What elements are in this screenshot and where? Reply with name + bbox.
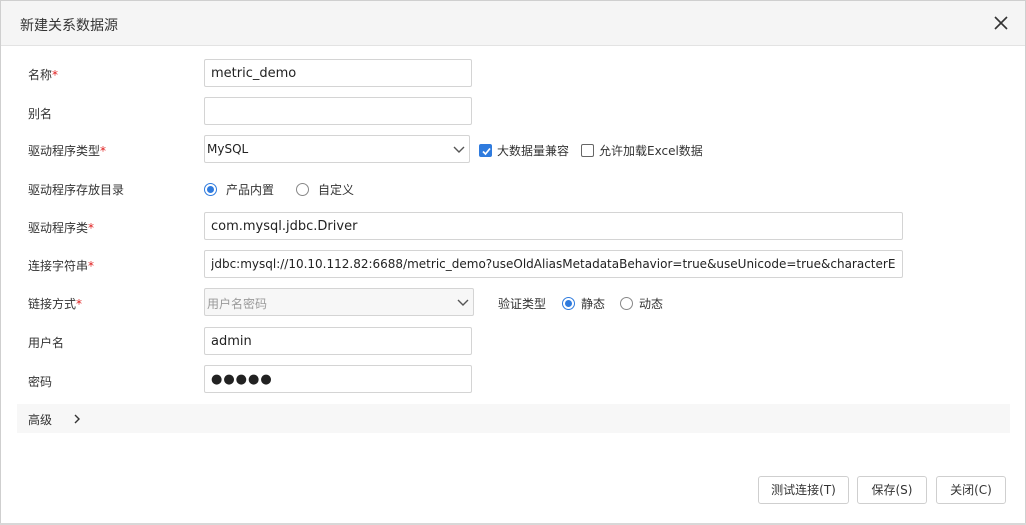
auth-dynamic-label: 动态	[639, 297, 664, 311]
checkbox-checked-icon	[479, 144, 492, 157]
allow-excel-label: 允许加载Excel数据	[599, 144, 703, 158]
driver-dir-builtin-radio[interactable]: 产品内置	[204, 181, 274, 198]
dialog-titlebar: 新建关系数据源	[1, 1, 1025, 46]
name-label: 名称*	[28, 68, 59, 82]
required-mark: *	[52, 68, 59, 82]
close-button[interactable]: 关闭(C)	[936, 476, 1006, 504]
driver-class-label: 驱动程序类*	[28, 221, 95, 235]
alias-input[interactable]	[204, 97, 472, 125]
driver-type-select[interactable]: MySQL	[204, 135, 470, 163]
link-method-value: 用户名密码	[207, 297, 268, 311]
password-input[interactable]	[204, 365, 472, 393]
radio-unselected-icon	[296, 183, 309, 196]
big-data-compat-checkbox[interactable]: 大数据量兼容	[479, 142, 569, 159]
test-connection-button[interactable]: 测试连接(T)	[758, 476, 849, 504]
allow-excel-checkbox[interactable]: 允许加载Excel数据	[581, 142, 703, 159]
chevron-down-icon	[453, 146, 465, 153]
link-method-label: 链接方式*	[28, 297, 83, 311]
username-input[interactable]	[204, 327, 472, 355]
driver-type-value: MySQL	[207, 142, 249, 156]
advanced-label: 高级	[28, 413, 53, 427]
driver-dir-custom-radio[interactable]: 自定义	[296, 181, 354, 198]
radio-unselected-icon	[620, 297, 633, 310]
checkbox-unchecked-icon	[581, 144, 594, 157]
required-mark: *	[100, 144, 107, 158]
driver-dir-label: 驱动程序存放目录	[28, 183, 125, 197]
password-label: 密码	[28, 375, 53, 389]
required-mark: *	[88, 259, 95, 273]
alias-label: 别名	[28, 107, 53, 121]
new-datasource-dialog: 新建关系数据源 名称* 别名 驱动程序类型* MySQL 大数据量兼容 允许加载…	[0, 0, 1026, 525]
required-mark: *	[76, 297, 83, 311]
auth-static-label: 静态	[581, 297, 606, 311]
conn-string-input[interactable]	[204, 250, 903, 278]
required-mark: *	[88, 221, 95, 235]
auth-static-radio[interactable]: 静态	[562, 295, 605, 312]
advanced-section-toggle[interactable]: 高级	[17, 404, 1010, 433]
chevron-right-icon	[74, 414, 80, 424]
conn-string-label: 连接字符串*	[28, 259, 95, 273]
auth-dynamic-radio[interactable]: 动态	[620, 295, 663, 312]
driver-type-label: 驱动程序类型*	[28, 144, 107, 158]
close-icon[interactable]	[990, 12, 1012, 34]
username-label: 用户名	[28, 336, 65, 350]
driver-class-input[interactable]	[204, 212, 903, 240]
driver-dir-custom-label: 自定义	[318, 183, 355, 197]
link-method-select[interactable]: 用户名密码	[204, 288, 474, 316]
radio-selected-icon	[204, 183, 217, 196]
dialog-title: 新建关系数据源	[20, 18, 118, 34]
chevron-down-icon	[457, 299, 469, 306]
save-button[interactable]: 保存(S)	[857, 476, 927, 504]
driver-dir-builtin-label: 产品内置	[226, 183, 275, 197]
radio-selected-icon	[562, 297, 575, 310]
auth-type-label: 验证类型	[498, 297, 547, 311]
big-data-compat-label: 大数据量兼容	[497, 144, 570, 158]
name-input[interactable]	[204, 59, 472, 87]
